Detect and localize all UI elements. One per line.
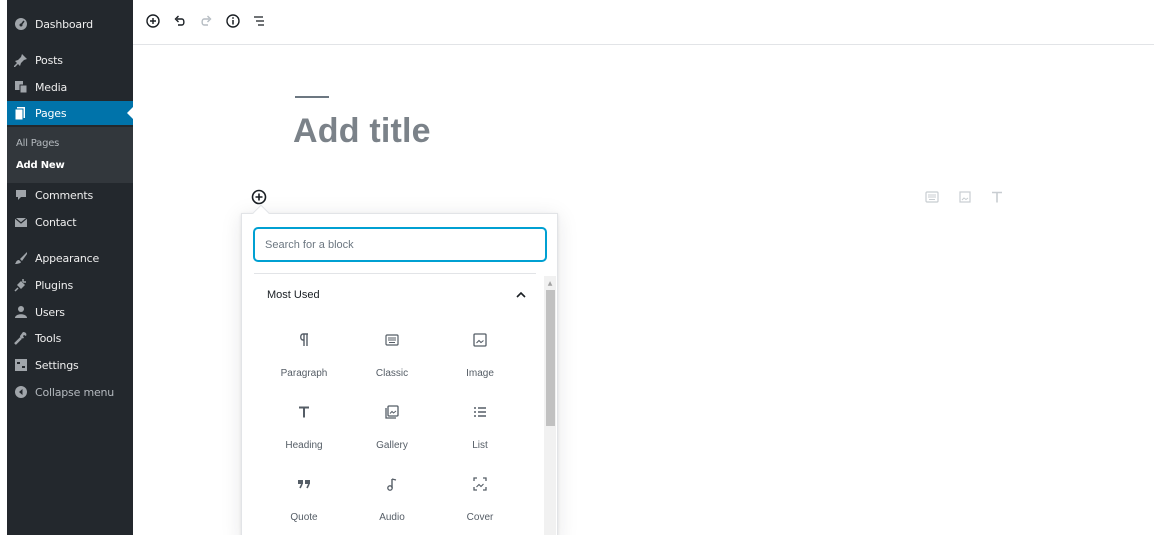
block-audio[interactable]: Audio — [348, 468, 436, 532]
image-icon — [959, 190, 971, 206]
brush-icon — [13, 250, 29, 266]
heading-icon — [991, 191, 1003, 206]
most-used-panel-toggle[interactable]: Most Used — [254, 274, 536, 316]
scrollbar[interactable]: ▲ — [544, 276, 556, 535]
block-paragraph[interactable]: Paragraph — [260, 324, 348, 388]
menu-item-settings[interactable]: Settings — [7, 353, 133, 377]
undo-button[interactable] — [171, 13, 189, 31]
paragraph-icon — [296, 332, 312, 348]
menu-item-label: Appearance — [35, 251, 100, 265]
quick-insert-image[interactable] — [958, 190, 972, 206]
menu-item-label: Contact — [35, 215, 77, 229]
block-label: Heading — [285, 440, 323, 451]
menu-item-label: Media — [35, 80, 68, 94]
settings-icon — [13, 357, 29, 373]
mail-icon — [13, 214, 29, 230]
block-label: List — [472, 440, 488, 451]
users-icon — [13, 304, 29, 320]
block-inserter-popover: Most Used ▲ Paragraph Classic Image Head… — [241, 204, 558, 535]
dashboard-icon — [13, 16, 29, 32]
admin-sidebar: Dashboard Posts Media Pages All Pages Ad… — [7, 0, 133, 535]
submenu-add-new[interactable]: Add New — [16, 160, 65, 171]
pin-icon — [13, 52, 29, 68]
menu-item-dashboard[interactable]: Dashboard — [7, 12, 133, 36]
block-label: Audio — [379, 512, 405, 523]
menu-item-label: Users — [35, 305, 65, 319]
pages-icon — [13, 105, 29, 121]
block-label: Cover — [466, 512, 494, 523]
menu-item-label: Pages — [35, 106, 67, 120]
add-block-button[interactable] — [144, 13, 162, 31]
menu-item-label: Posts — [35, 53, 63, 67]
classic-icon — [384, 332, 400, 348]
menu-item-comments[interactable]: Comments — [7, 183, 133, 207]
media-icon — [13, 79, 29, 95]
block-label: Gallery — [376, 440, 408, 451]
add-block-icon — [146, 13, 160, 31]
block-navigation-button[interactable] — [250, 13, 268, 31]
block-search-input[interactable] — [254, 228, 546, 261]
menu-item-label: Tools — [35, 331, 62, 345]
redo-icon — [199, 14, 213, 31]
inline-inserter-button[interactable] — [250, 189, 268, 207]
menu-item-tools[interactable]: Tools — [7, 326, 133, 350]
menu-item-label: Settings — [35, 358, 79, 372]
keyboard-icon — [925, 190, 939, 206]
quick-insert-classic[interactable] — [925, 190, 939, 206]
gallery-icon — [384, 404, 400, 420]
scroll-up-arrow[interactable]: ▲ — [544, 278, 556, 288]
submenu-all-pages[interactable]: All Pages — [16, 138, 59, 149]
block-heading[interactable]: Heading — [260, 396, 348, 460]
content-info-button[interactable] — [224, 13, 242, 31]
block-classic[interactable]: Classic — [348, 324, 436, 388]
menu-item-appearance[interactable]: Appearance — [7, 246, 133, 270]
undo-icon — [173, 14, 187, 31]
outline-icon — [252, 14, 266, 31]
menu-item-collapse[interactable]: Collapse menu — [7, 380, 133, 404]
menu-item-users[interactable]: Users — [7, 300, 133, 324]
quick-insert-heading[interactable] — [990, 191, 1004, 205]
panel-title: Most Used — [267, 289, 320, 301]
menu-item-pages[interactable]: Pages — [7, 101, 133, 125]
audio-icon — [384, 476, 400, 492]
cover-icon — [472, 476, 488, 492]
block-label: Paragraph — [280, 368, 328, 379]
block-cover[interactable]: Cover — [436, 468, 524, 532]
list-icon — [472, 404, 488, 420]
block-label: Image — [466, 368, 494, 379]
menu-item-label: Collapse menu — [35, 385, 115, 399]
post-title-input[interactable]: Add title — [293, 112, 431, 151]
block-label: Quote — [290, 512, 318, 523]
wrench-icon — [13, 330, 29, 346]
info-icon — [226, 13, 240, 31]
menu-item-label: Plugins — [35, 278, 74, 292]
redo-button[interactable] — [197, 13, 215, 31]
title-separator — [295, 96, 329, 98]
menu-item-plugins[interactable]: Plugins — [7, 273, 133, 297]
block-label: Classic — [375, 368, 409, 379]
heading-icon — [296, 404, 312, 420]
block-image[interactable]: Image — [436, 324, 524, 388]
menu-item-media[interactable]: Media — [7, 75, 133, 99]
chevron-up-icon — [514, 287, 528, 301]
scrollbar-thumb[interactable] — [546, 290, 555, 426]
menu-item-contact[interactable]: Contact — [7, 210, 133, 234]
editor-toolbar — [133, 0, 1154, 45]
image-icon — [472, 332, 488, 348]
pages-submenu: All Pages Add New — [7, 127, 133, 183]
plugin-icon — [13, 277, 29, 293]
block-list[interactable]: List — [436, 396, 524, 460]
menu-item-label: Dashboard — [35, 17, 93, 31]
comment-icon — [13, 187, 29, 203]
quote-icon — [296, 476, 312, 492]
block-quote[interactable]: Quote — [260, 468, 348, 532]
menu-item-posts[interactable]: Posts — [7, 48, 133, 72]
block-gallery[interactable]: Gallery — [348, 396, 436, 460]
collapse-icon — [13, 384, 29, 400]
menu-item-label: Comments — [35, 188, 94, 202]
